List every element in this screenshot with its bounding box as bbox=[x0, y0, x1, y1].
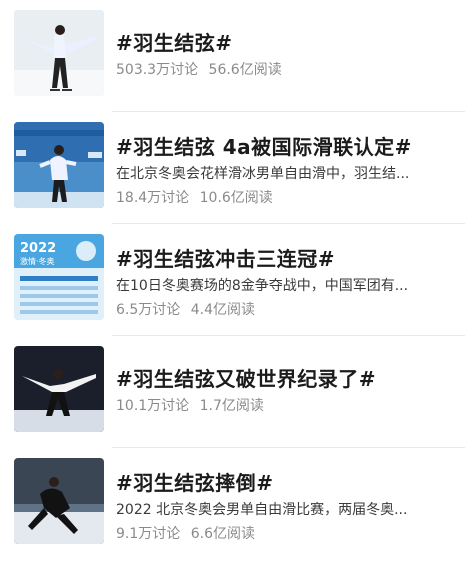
discussion-count: 9.1万讨论 bbox=[116, 526, 181, 542]
topic-item-3[interactable]: 2022 激情·冬奥 #羽生结弦冲击三连冠# 在10日冬奥赛场的8金争夺战中，中… bbox=[0, 224, 465, 336]
topic-item-1[interactable]: #羽生结弦# 503.3万讨论 56.6亿阅读 bbox=[0, 0, 465, 112]
read-count: 1.7亿阅读 bbox=[199, 398, 264, 414]
topic-description: 在10日冬奥赛场的8金争夺战中，中国军团有... bbox=[116, 278, 409, 294]
topic-item-4[interactable]: #羽生结弦又破世界纪录了# 10.1万讨论 1.7亿阅读 bbox=[0, 336, 465, 448]
topic-item-5[interactable]: #羽生结弦摔倒# 2022 北京冬奥会男单自由滑比赛，两届冬奥... 9.1万讨… bbox=[0, 448, 465, 566]
topic-stats: 503.3万讨论 56.6亿阅读 bbox=[116, 60, 455, 80]
discussion-count: 503.3万讨论 bbox=[116, 62, 199, 78]
topic-stats: 9.1万讨论 6.6亿阅读 bbox=[116, 524, 455, 544]
read-count: 4.4亿阅读 bbox=[190, 302, 255, 318]
topic-text: #羽生结弦冲击三连冠# 在10日冬奥赛场的8金争夺战中，中国军团有... 6.5… bbox=[116, 246, 455, 320]
skater-olympic-backdrop-icon[interactable] bbox=[14, 122, 104, 208]
discussion-count: 6.5万讨论 bbox=[116, 302, 181, 318]
discussion-count: 10.1万讨论 bbox=[116, 398, 190, 414]
topic-stats: 6.5万讨论 4.4亿阅读 bbox=[116, 300, 455, 320]
topic-item-2[interactable]: #羽生结弦 4a被国际滑联认定# 在北京冬奥会花样滑冰男单自由滑中，羽生结...… bbox=[0, 112, 465, 224]
olympic-schedule-poster-icon[interactable]: 2022 激情·冬奥 bbox=[14, 234, 104, 320]
skater-black-costume-icon[interactable] bbox=[14, 458, 104, 544]
topic-stats: 18.4万讨论 10.6亿阅读 bbox=[116, 188, 455, 208]
poster-year: 2022 bbox=[20, 241, 56, 256]
skater-white-costume-icon[interactable] bbox=[14, 10, 104, 96]
topic-title[interactable]: #羽生结弦冲击三连冠# bbox=[116, 246, 455, 272]
topic-text: #羽生结弦# 503.3万讨论 56.6亿阅读 bbox=[116, 30, 455, 80]
topic-title[interactable]: #羽生结弦摔倒# bbox=[116, 470, 455, 496]
read-count: 10.6亿阅读 bbox=[199, 190, 273, 206]
topic-list: #羽生结弦# 503.3万讨论 56.6亿阅读 #羽生结弦 4a被国际滑联认定#… bbox=[0, 0, 465, 566]
read-count: 56.6亿阅读 bbox=[208, 62, 282, 78]
topic-title[interactable]: #羽生结弦# bbox=[116, 30, 455, 56]
poster-subtitle: 激情·冬奥 bbox=[20, 256, 55, 266]
topic-stats: 10.1万讨论 1.7亿阅读 bbox=[116, 396, 455, 416]
topic-description: 2022 北京冬奥会男单自由滑比赛，两届冬奥... bbox=[116, 502, 408, 518]
discussion-count: 18.4万讨论 bbox=[116, 190, 190, 206]
skater-dark-arena-icon[interactable] bbox=[14, 346, 104, 432]
read-count: 6.6亿阅读 bbox=[190, 526, 255, 542]
topic-text: #羽生结弦 4a被国际滑联认定# 在北京冬奥会花样滑冰男单自由滑中，羽生结...… bbox=[116, 134, 455, 208]
topic-text: #羽生结弦又破世界纪录了# 10.1万讨论 1.7亿阅读 bbox=[116, 366, 455, 416]
topic-title[interactable]: #羽生结弦又破世界纪录了# bbox=[116, 366, 455, 392]
topic-title[interactable]: #羽生结弦 4a被国际滑联认定# bbox=[116, 134, 455, 160]
topic-description: 在北京冬奥会花样滑冰男单自由滑中，羽生结... bbox=[116, 166, 410, 182]
topic-text: #羽生结弦摔倒# 2022 北京冬奥会男单自由滑比赛，两届冬奥... 9.1万讨… bbox=[116, 470, 455, 544]
